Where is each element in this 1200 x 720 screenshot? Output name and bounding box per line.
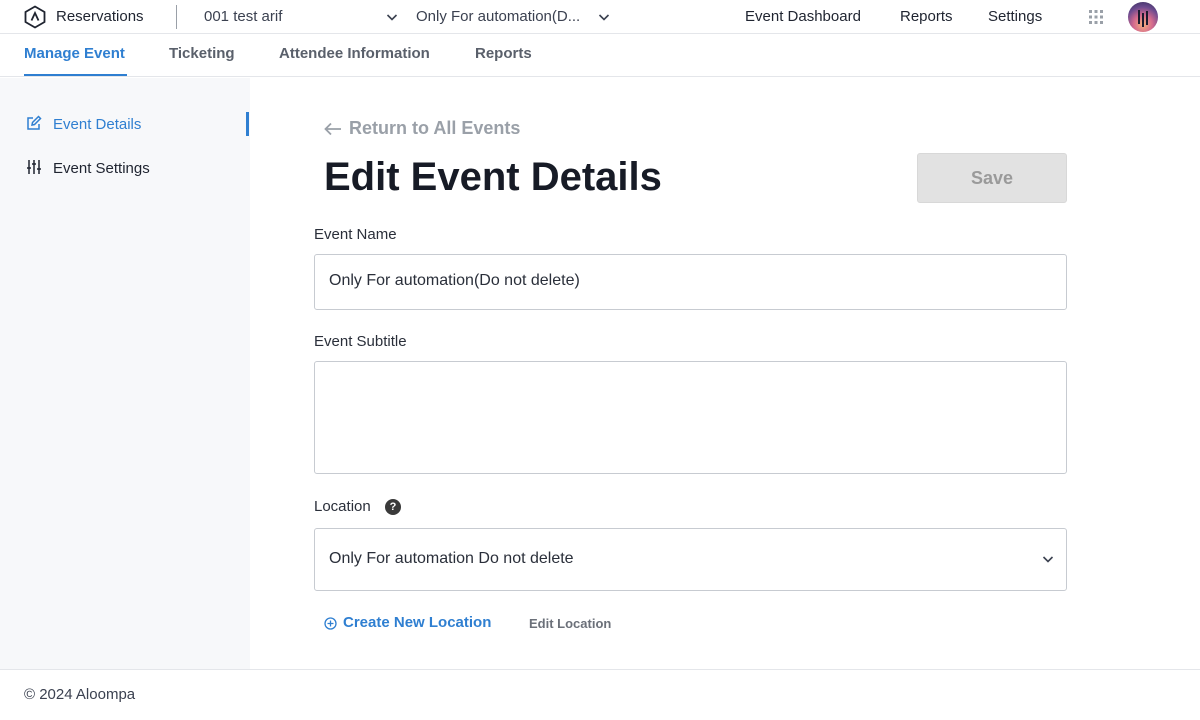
grid-icon[interactable]: [1089, 10, 1103, 24]
sidebar-item-label: Event Settings: [53, 160, 150, 177]
save-button[interactable]: Save: [917, 153, 1067, 203]
event-name-input[interactable]: Only For automation(Do not delete): [314, 254, 1067, 310]
header-divider: [176, 5, 177, 29]
account-selector[interactable]: 001 test arif: [204, 8, 282, 25]
footer: © 2024 Aloompa: [0, 669, 1200, 720]
nav-settings[interactable]: Settings: [988, 8, 1042, 25]
copyright-text: © 2024 Aloompa: [24, 686, 136, 703]
sidebar-item-event-details[interactable]: Event Details: [0, 108, 250, 140]
event-name-value: Only For automation(Do not delete): [329, 272, 580, 289]
chevron-down-icon[interactable]: [1042, 553, 1054, 565]
chevron-down-icon[interactable]: [598, 11, 610, 23]
sliders-icon: [27, 160, 41, 174]
nav-reports[interactable]: Reports: [900, 8, 953, 25]
arrow-left-icon: [324, 122, 341, 136]
top-header: Reservations 001 test arif Only For auto…: [0, 0, 1200, 34]
user-avatar[interactable]: [1128, 2, 1158, 32]
event-selector[interactable]: Only For automation(D...: [416, 8, 580, 25]
event-subtitle-label: Event Subtitle: [314, 333, 407, 350]
edit-icon: [27, 115, 42, 130]
triangle-logo-icon[interactable]: [23, 5, 47, 29]
edit-location-link[interactable]: Edit Location: [529, 616, 611, 631]
tab-reports[interactable]: Reports: [475, 45, 532, 62]
sidebar: Event Details Event Settings: [0, 78, 250, 669]
plus-circle-icon: [324, 617, 337, 630]
active-tab-indicator: [24, 74, 127, 76]
tab-manage-event[interactable]: Manage Event: [24, 45, 125, 62]
location-label: Location: [314, 498, 371, 515]
create-location-label: Create New Location: [343, 614, 492, 631]
tab-bar: Manage Event Ticketing Attendee Informat…: [0, 34, 1200, 77]
nav-event-dashboard[interactable]: Event Dashboard: [745, 8, 861, 25]
sidebar-active-indicator: [246, 112, 249, 136]
location-value: Only For automation Do not delete: [329, 550, 574, 567]
chevron-down-icon[interactable]: [386, 11, 398, 23]
return-label: Return to All Events: [349, 118, 521, 138]
location-select[interactable]: Only For automation Do not delete: [314, 528, 1067, 591]
page-title: Edit Event Details: [324, 155, 662, 199]
event-name-label: Event Name: [314, 226, 397, 243]
sidebar-item-label: Event Details: [53, 116, 142, 133]
event-subtitle-textarea[interactable]: [314, 361, 1067, 474]
help-icon[interactable]: ?: [385, 499, 401, 515]
tab-ticketing[interactable]: Ticketing: [169, 45, 235, 62]
app-name[interactable]: Reservations: [56, 8, 144, 25]
tab-attendee-information[interactable]: Attendee Information: [279, 45, 430, 62]
sidebar-item-event-settings[interactable]: Event Settings: [0, 152, 250, 184]
